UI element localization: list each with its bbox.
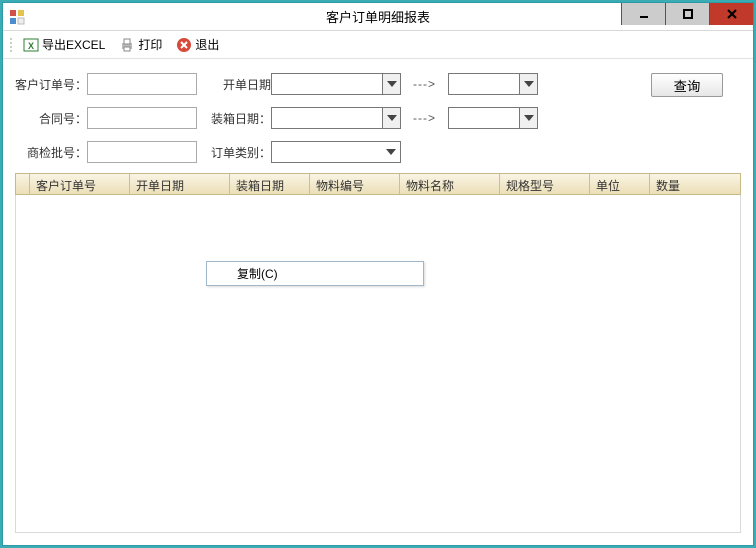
order-no-input[interactable] (87, 73, 197, 95)
maximize-button[interactable] (665, 3, 709, 25)
grid-col-order-no[interactable]: 客户订单号 (30, 174, 130, 194)
exit-button[interactable]: 退出 (172, 34, 223, 55)
open-date-label: 开单日期 (211, 76, 271, 93)
context-menu: 复制(C) (206, 261, 424, 286)
pack-date-label: 装箱日期： (211, 110, 271, 127)
close-button[interactable] (709, 3, 753, 25)
minimize-button[interactable] (621, 3, 665, 25)
excel-icon: X (23, 37, 39, 53)
open-date-to[interactable] (448, 73, 538, 95)
grid-col-pack-date[interactable]: 装箱日期 (230, 174, 310, 194)
print-button[interactable]: 打印 (115, 34, 166, 55)
pack-date-to[interactable] (448, 107, 538, 129)
window-controls (621, 3, 753, 25)
grid-col-open-date[interactable]: 开单日期 (130, 174, 230, 194)
contract-label: 合同号： (15, 110, 87, 127)
filter-form: 客户订单号： 合同号： 商检批号： 开单日期 ---> (3, 59, 753, 169)
grid-row-selector-header[interactable] (16, 174, 30, 194)
export-label: 导出EXCEL (42, 36, 105, 53)
open-date-from[interactable] (271, 73, 401, 95)
chevron-down-icon (519, 74, 537, 94)
inspect-label: 商检批号： (15, 144, 87, 161)
grid-col-material-name[interactable]: 物料名称 (400, 174, 500, 194)
chevron-down-icon (382, 108, 400, 128)
grid-col-unit[interactable]: 单位 (590, 174, 650, 194)
app-window: 客户订单明细报表 X 导出EXCEL 打印 (2, 2, 754, 546)
exit-icon (176, 37, 192, 53)
range-separator: ---> (401, 77, 448, 91)
grid-body[interactable]: 复制(C) (15, 195, 741, 533)
export-excel-button[interactable]: X 导出EXCEL (19, 34, 109, 55)
grid-col-material-no[interactable]: 物料编号 (310, 174, 400, 194)
pack-date-from[interactable] (271, 107, 401, 129)
toolbar: X 导出EXCEL 打印 退出 (3, 31, 753, 59)
grid-col-qty[interactable]: 数量 (650, 174, 740, 194)
print-icon (119, 37, 135, 53)
grid-header: 客户订单号 开单日期 装箱日期 物料编号 物料名称 规格型号 单位 数量 (15, 173, 741, 195)
chevron-down-icon (519, 108, 537, 128)
context-copy[interactable]: 复制(C) (207, 262, 423, 285)
query-button[interactable]: 查询 (651, 73, 723, 97)
type-label: 订单类别： (211, 144, 271, 161)
inspect-input[interactable] (87, 141, 197, 163)
contract-input[interactable] (87, 107, 197, 129)
app-icon (9, 9, 25, 25)
chevron-down-icon (382, 142, 400, 162)
chevron-down-icon (382, 74, 400, 94)
title-bar: 客户订单明细报表 (3, 3, 753, 31)
print-label: 打印 (138, 36, 162, 53)
grid-col-spec[interactable]: 规格型号 (500, 174, 590, 194)
svg-text:X: X (28, 41, 34, 51)
type-combo[interactable] (271, 141, 401, 163)
exit-label: 退出 (195, 36, 219, 53)
toolbar-grip (9, 37, 13, 53)
order-no-label: 客户订单号： (15, 76, 87, 93)
range-separator: ---> (401, 111, 448, 125)
